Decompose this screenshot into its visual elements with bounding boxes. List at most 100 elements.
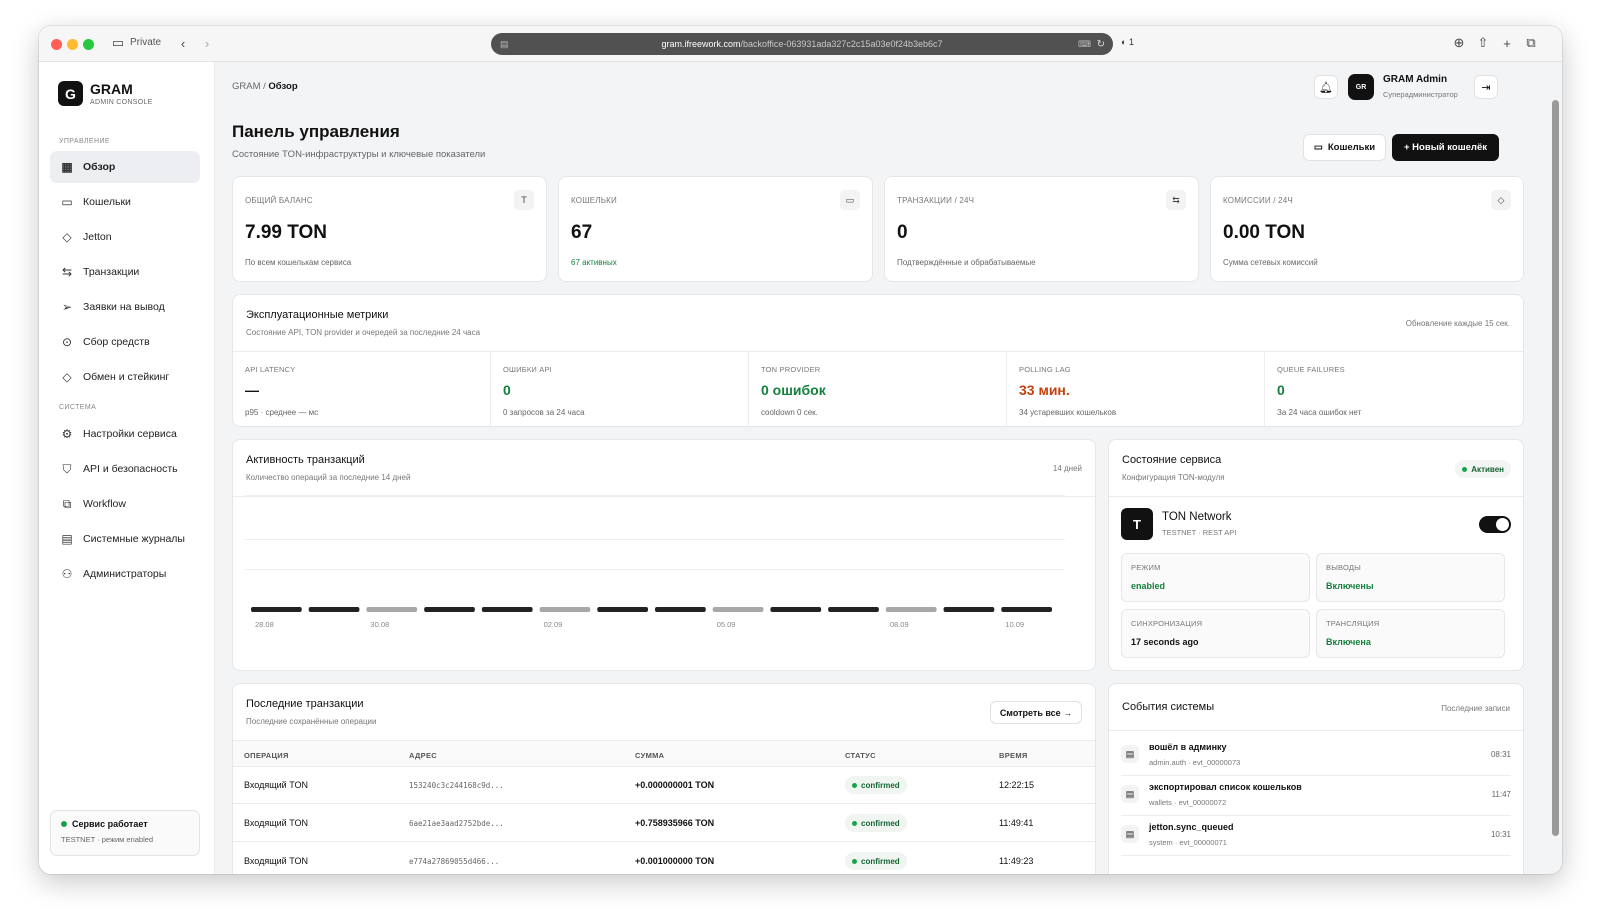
breadcrumb: GRAM / Обзор — [232, 81, 298, 92]
tx-status: confirmed — [861, 856, 900, 866]
event-item[interactable]: ▤ jetton.sync_queued system · evt_000000… — [1121, 816, 1511, 856]
column-header: СТАТУС — [845, 751, 876, 760]
sidebar-item-swap-staking[interactable]: ◇ Обмен и стейкинг — [50, 361, 200, 393]
browser-toolbar: ▭ Private ‹ › ▤ gram.ifreework.com/backo… — [39, 26, 1562, 62]
activity-title: Активность транзакций — [246, 454, 365, 466]
page-title: Панель управления — [232, 122, 400, 141]
stat-label: КОШЕЛЬКИ — [571, 196, 617, 205]
metric-sub: p95 · среднее — мс — [245, 408, 319, 417]
sidebar-item-label: Workflow — [83, 498, 126, 510]
sidebar-toggle-icon[interactable]: ▭ — [107, 32, 129, 54]
close-window-button[interactable] — [51, 39, 62, 50]
tx-address[interactable]: 6ae21ae3aad2752bde... — [409, 819, 504, 828]
document-icon: ▤ — [1121, 745, 1139, 763]
tx-operation: Входящий TON — [244, 856, 309, 866]
translate-icon[interactable]: ⌨ — [1078, 39, 1091, 50]
stat-value: 7.99 TON — [245, 222, 328, 243]
logout-button[interactable]: ⇥ — [1474, 75, 1498, 99]
table-row[interactable]: Входящий TON e774a27869055d466... +0.001… — [233, 843, 1095, 874]
page-settings-icon[interactable]: ▤ — [500, 39, 509, 50]
wallet-icon: ▭ — [61, 195, 73, 209]
minimize-window-button[interactable] — [67, 39, 78, 50]
sidebar-item-overview[interactable]: ▦ Обзор — [50, 151, 200, 183]
new-tab-icon[interactable]: + — [1496, 32, 1518, 54]
service-status-sub: TESTNET · режим enabled — [61, 835, 154, 844]
wallets-button[interactable]: ▭ Кошельки — [1303, 134, 1386, 161]
forward-icon[interactable]: › — [196, 32, 218, 54]
event-item[interactable]: ▤ вошёл в админку admin.auth · evt_00000… — [1121, 736, 1511, 776]
back-icon[interactable]: ‹ — [172, 32, 194, 54]
breadcrumb-root[interactable]: GRAM — [232, 81, 261, 92]
network-toggle[interactable] — [1479, 516, 1511, 533]
sidebar-item-transactions[interactable]: ⇆ Транзакции — [50, 256, 200, 288]
sidebar-item-settings[interactable]: ⚙ Настройки сервиса — [50, 418, 200, 450]
chart-bar-29.08[interactable] — [308, 607, 360, 612]
brand-subtitle: ADMIN CONSOLE — [90, 99, 153, 106]
chart-bar-06.09[interactable] — [770, 607, 822, 612]
notifications-button[interactable]: 🔔︎ — [1314, 75, 1338, 99]
stat-card-wallets: КОШЕЛЬКИ ▭ 67 67 активных — [558, 176, 873, 282]
chart-tick-label: 05.09 — [717, 620, 736, 629]
tx-amount: +0.001000000 TON — [635, 856, 715, 866]
chart-bar-02.09[interactable] — [539, 607, 591, 612]
extension-shield-icon[interactable]: ◐ 1 — [1121, 37, 1134, 47]
metrics-subtitle: Состояние API, TON provider и очередей з… — [246, 328, 481, 337]
sidebar-item-wallets[interactable]: ▭ Кошельки — [50, 186, 200, 218]
reload-icon[interactable]: ↻ — [1097, 39, 1105, 50]
chart-bar-04.09[interactable] — [655, 607, 706, 612]
divider — [1109, 496, 1523, 497]
tx-address[interactable]: 153240c3c244168c9d... — [409, 781, 504, 790]
sidebar-item-logs[interactable]: ▤ Системные журналы — [50, 523, 200, 555]
chart-bar-07.09[interactable] — [828, 607, 879, 612]
events-title: События системы — [1122, 701, 1215, 713]
document-icon: ▤ — [61, 532, 73, 546]
tx-address[interactable]: e774a27869055d466... — [409, 857, 499, 866]
chart-bar-08.09[interactable] — [885, 607, 937, 612]
network-name: TON Network — [1162, 511, 1232, 523]
event-item[interactable]: ▤ экспортировал список кошельков wallets… — [1121, 776, 1511, 816]
page-scrollbar[interactable] — [1552, 100, 1559, 836]
metric-sub: 0 запросов за 24 часа — [503, 408, 585, 417]
tx-operation: Входящий TON — [244, 818, 309, 828]
sidebar-item-admins[interactable]: ⚇ Администраторы — [50, 558, 200, 590]
tabs-overview-icon[interactable]: ⧉ — [1520, 32, 1542, 54]
tx-operation: Входящий TON — [244, 780, 309, 790]
share-icon[interactable]: ⇧ — [1472, 32, 1494, 54]
url-domain: gram.ifreework.com — [661, 39, 741, 49]
users-icon: ⚇ — [61, 567, 73, 581]
chart-bar-01.09[interactable] — [481, 607, 533, 612]
diamond-icon: ◇ — [62, 370, 72, 384]
table-row[interactable]: Входящий TON 153240c3c244168c9d... +0.00… — [233, 767, 1095, 804]
chart-tick-label: 10.09 — [1005, 620, 1024, 629]
wallet-icon: ▭ — [840, 190, 860, 210]
chart-bar-03.09[interactable] — [597, 607, 648, 612]
metric-value: 33 мин. — [1019, 382, 1070, 398]
diamond-icon: ◇ — [1491, 190, 1511, 210]
event-title: вошёл в админку — [1149, 742, 1227, 752]
sidebar-item-label: Сбор средств — [83, 336, 150, 348]
sidebar-item-label: Кошельки — [83, 196, 131, 208]
sidebar-item-workflow[interactable]: ⧉ Workflow — [50, 488, 200, 520]
chart-bar-05.09[interactable] — [712, 607, 764, 612]
sidebar-item-jetton[interactable]: ◇ Jetton — [50, 221, 200, 253]
chart-bar-10.09[interactable] — [1001, 607, 1052, 612]
sidebar-item-api-security[interactable]: ⛉ API и безопасность — [50, 453, 200, 485]
service-card: Состояние сервиса Конфигурация TON-модул… — [1108, 439, 1524, 671]
chart-bar-09.09[interactable] — [943, 607, 995, 612]
new-wallet-button[interactable]: + Новый кошелёк — [1392, 134, 1499, 161]
sidebar-item-withdrawals[interactable]: ➢ Заявки на вывод — [50, 291, 200, 323]
zoom-window-button[interactable] — [83, 39, 94, 50]
sidebar-item-collection[interactable]: ⊙ Сбор средств — [50, 326, 200, 358]
view-all-button[interactable]: Смотреть все → — [990, 701, 1082, 724]
table-header: ОПЕРАЦИЯ АДРЕС СУММА СТАТУС ВРЕМЯ — [233, 740, 1095, 767]
section-manage: УПРАВЛЕНИЕ — [59, 138, 110, 145]
chart-bar-28.08[interactable] — [251, 607, 302, 612]
table-row[interactable]: Входящий TON 6ae21ae3aad2752bde... +0.75… — [233, 805, 1095, 842]
avatar[interactable]: GR — [1348, 74, 1374, 100]
activity-subtitle: Количество операций за последние 14 дней — [246, 473, 411, 482]
address-bar[interactable]: ▤ gram.ifreework.com/backoffice-063931ad… — [491, 33, 1113, 55]
chart-bar-30.08[interactable] — [366, 607, 418, 612]
download-icon[interactable]: ⊕ — [1448, 32, 1470, 54]
chart-bar-31.08[interactable] — [424, 607, 475, 612]
activity-chart: 28.08 30.08 02.09 05.09 08.09 10.09 — [245, 495, 1065, 629]
